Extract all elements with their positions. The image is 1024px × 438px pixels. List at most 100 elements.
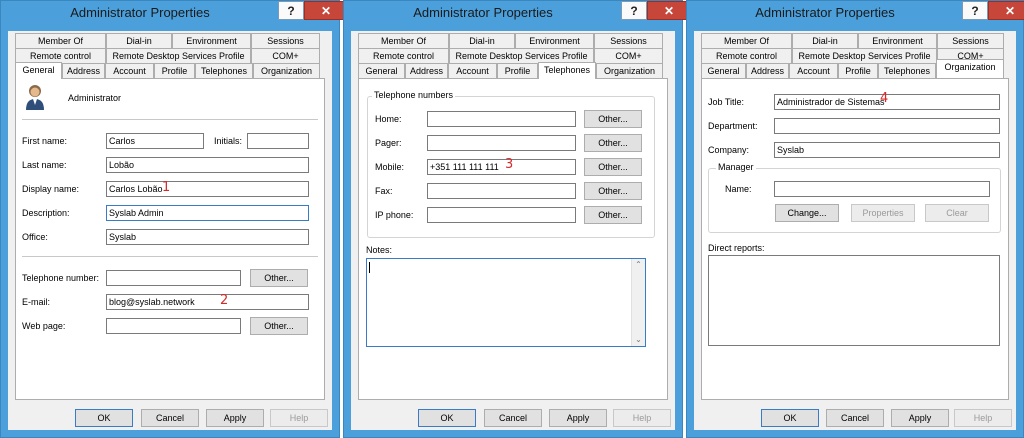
manager-name-label: Name: — [725, 184, 752, 194]
tab-address[interactable]: Address — [62, 63, 105, 78]
direct-reports-label: Direct reports: — [708, 243, 765, 253]
tab-profile[interactable]: Profile — [838, 63, 878, 78]
department-field[interactable] — [774, 118, 1000, 134]
first-name-label: First name: — [22, 136, 68, 146]
home-field[interactable] — [427, 111, 576, 127]
help-button[interactable]: Help — [954, 409, 1012, 427]
tab-profile[interactable]: Profile — [497, 63, 538, 78]
pager-other-button[interactable]: Other... — [584, 134, 642, 152]
clear-button[interactable]: Clear — [925, 204, 989, 222]
apply-button[interactable]: Apply — [549, 409, 607, 427]
ipphone-field[interactable] — [427, 207, 576, 223]
fax-other-button[interactable]: Other... — [584, 182, 642, 200]
tab-rds-profile[interactable]: Remote Desktop Services Profile — [792, 48, 937, 63]
tab-general[interactable]: General — [358, 63, 405, 78]
notes-scrollbar[interactable]: ⌃ ⌄ — [631, 259, 645, 346]
tab-profile[interactable]: Profile — [154, 63, 195, 78]
help-icon[interactable]: ? — [278, 1, 304, 20]
tab-environment[interactable]: Environment — [858, 33, 937, 48]
fax-label: Fax: — [375, 186, 393, 196]
ok-button[interactable]: OK — [418, 409, 476, 427]
close-button[interactable]: ✕ — [647, 1, 691, 20]
last-name-field[interactable]: Lobão — [106, 157, 309, 173]
user-icon — [26, 85, 44, 110]
tab-organization[interactable]: Organization — [596, 63, 663, 78]
tab-dial-in[interactable]: Dial-in — [106, 33, 172, 48]
tab-telephones[interactable]: Telephones — [878, 63, 936, 78]
tab-telephones[interactable]: Telephones — [538, 62, 596, 79]
ok-button[interactable]: OK — [761, 409, 819, 427]
tab-sessions[interactable]: Sessions — [251, 33, 320, 48]
description-field[interactable]: Syslab Admin — [106, 205, 309, 221]
tab-rds-profile[interactable]: Remote Desktop Services Profile — [449, 48, 594, 63]
title-bar: Administrator Properties ? ✕ — [344, 1, 691, 27]
cancel-button[interactable]: Cancel — [484, 409, 542, 427]
tab-com-plus[interactable]: COM+ — [251, 48, 320, 63]
ipphone-label: IP phone: — [375, 210, 414, 220]
close-button[interactable]: ✕ — [304, 1, 348, 20]
tab-com-plus[interactable]: COM+ — [594, 48, 663, 63]
telephone-field[interactable] — [106, 270, 241, 286]
tab-member-of[interactable]: Member Of — [15, 33, 106, 48]
webpage-field[interactable] — [106, 318, 241, 334]
tab-organization[interactable]: Organization — [936, 59, 1004, 78]
tab-rds-profile[interactable]: Remote Desktop Services Profile — [106, 48, 251, 63]
tab-remote-control[interactable]: Remote control — [15, 48, 106, 63]
help-button[interactable]: Help — [270, 409, 328, 427]
apply-button[interactable]: Apply — [891, 409, 949, 427]
cancel-button[interactable]: Cancel — [826, 409, 884, 427]
cancel-button[interactable]: Cancel — [141, 409, 199, 427]
scroll-up-icon[interactable]: ⌃ — [632, 259, 645, 271]
webpage-other-button[interactable]: Other... — [250, 317, 308, 335]
help-icon[interactable]: ? — [962, 1, 988, 20]
account-name: Administrator — [68, 93, 122, 103]
tab-remote-control[interactable]: Remote control — [701, 48, 792, 63]
scroll-down-icon[interactable]: ⌄ — [632, 334, 645, 346]
direct-reports-list[interactable] — [708, 255, 1000, 346]
tab-environment[interactable]: Environment — [515, 33, 594, 48]
tab-general[interactable]: General — [15, 62, 62, 79]
change-button[interactable]: Change... — [775, 204, 839, 222]
fax-field[interactable] — [427, 183, 576, 199]
tab-sessions[interactable]: Sessions — [594, 33, 663, 48]
tab-telephones[interactable]: Telephones — [195, 63, 253, 78]
tab-address[interactable]: Address — [405, 63, 448, 78]
initials-label: Initials: — [214, 136, 243, 146]
close-button[interactable]: ✕ — [988, 1, 1024, 20]
text-caret — [369, 262, 370, 273]
manager-name-field[interactable] — [774, 181, 990, 197]
display-name-field[interactable]: Carlos Lobão — [106, 181, 309, 197]
tab-remote-control[interactable]: Remote control — [358, 48, 449, 63]
tab-organization[interactable]: Organization — [253, 63, 320, 78]
pager-field[interactable] — [427, 135, 576, 151]
mobile-other-button[interactable]: Other... — [584, 158, 642, 176]
company-field[interactable]: Syslab — [774, 142, 1000, 158]
tab-dial-in[interactable]: Dial-in — [792, 33, 858, 48]
telephone-other-button[interactable]: Other... — [250, 269, 308, 287]
dialog-body: Member Of Dial-in Environment Sessions R… — [694, 31, 1016, 430]
tab-account[interactable]: Account — [789, 63, 838, 78]
tab-sessions[interactable]: Sessions — [937, 33, 1004, 48]
office-field[interactable]: Syslab — [106, 229, 309, 245]
tab-environment[interactable]: Environment — [172, 33, 251, 48]
telephones-tab-panel: Telephone numbers Home: Other... Pager: … — [358, 78, 668, 400]
ipphone-other-button[interactable]: Other... — [584, 206, 642, 224]
tab-account[interactable]: Account — [448, 63, 497, 78]
tab-dial-in[interactable]: Dial-in — [449, 33, 515, 48]
tab-account[interactable]: Account — [105, 63, 154, 78]
email-field[interactable]: blog@syslab.network — [106, 294, 309, 310]
help-icon[interactable]: ? — [621, 1, 647, 20]
tab-member-of[interactable]: Member Of — [701, 33, 792, 48]
tab-general[interactable]: General — [701, 63, 746, 78]
help-button[interactable]: Help — [613, 409, 671, 427]
properties-button[interactable]: Properties — [851, 204, 915, 222]
home-other-button[interactable]: Other... — [584, 110, 642, 128]
tab-address[interactable]: Address — [746, 63, 789, 78]
first-name-field[interactable]: Carlos — [106, 133, 204, 149]
tab-member-of[interactable]: Member Of — [358, 33, 449, 48]
initials-field[interactable] — [247, 133, 309, 149]
apply-button[interactable]: Apply — [206, 409, 264, 427]
mobile-field[interactable]: +351 111 111 111 — [427, 159, 576, 175]
ok-button[interactable]: OK — [75, 409, 133, 427]
notes-textarea[interactable] — [366, 258, 646, 347]
